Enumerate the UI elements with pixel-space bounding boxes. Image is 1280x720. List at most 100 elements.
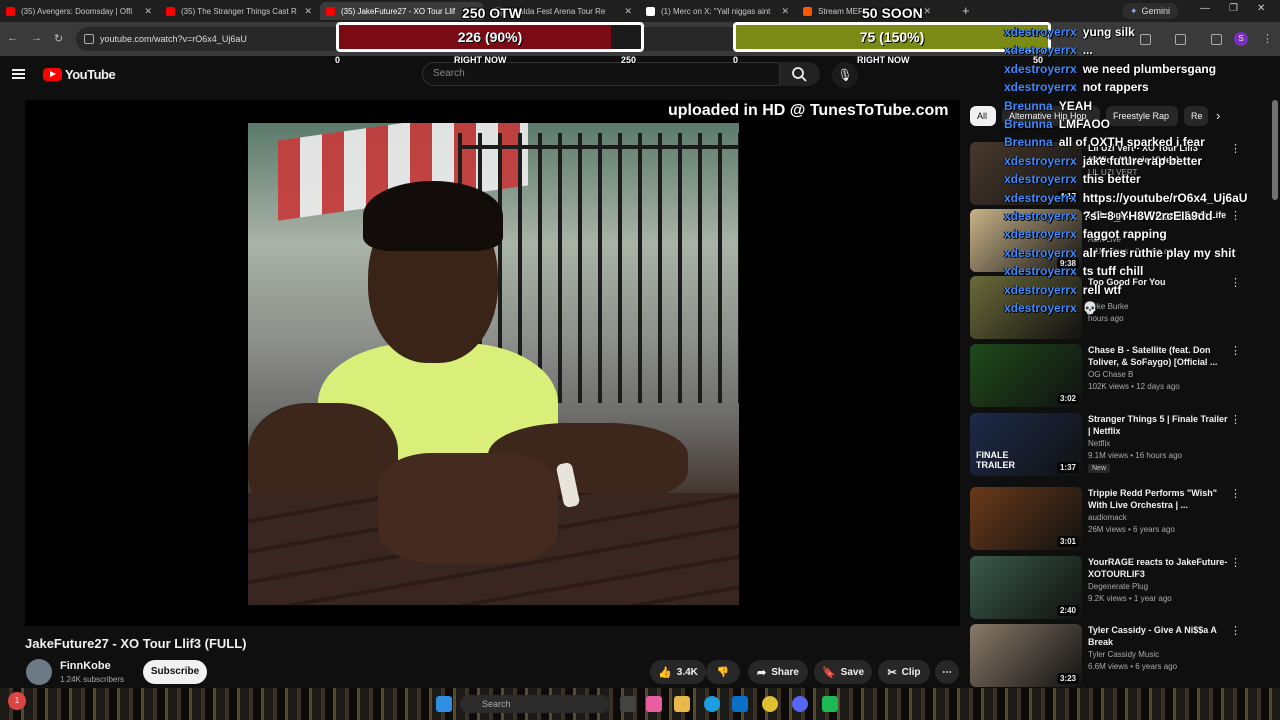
recommendation-thumbnail[interactable]: 2:40	[970, 556, 1082, 619]
downloads-icon[interactable]	[1211, 34, 1222, 45]
duration-badge: 1:37	[1056, 462, 1079, 473]
more-options-icon[interactable]: ⋮	[1230, 142, 1241, 155]
video-title: JakeFuture27 - XO Tour Llif3 (FULL)	[25, 636, 247, 651]
video-frame[interactable]	[248, 123, 739, 605]
recommendation-thumbnail[interactable]: 3:01	[970, 487, 1082, 550]
chat-message: xdestroyerrx this better	[1004, 172, 1141, 186]
recommendation-thumbnail[interactable]: 3:02	[970, 344, 1082, 407]
chevron-right-icon[interactable]: ›	[1216, 108, 1220, 123]
maximize-icon[interactable]: ❐	[1229, 3, 1238, 14]
new-tab-button[interactable]: +	[962, 3, 970, 18]
chat-username: xdestroyerrx	[1004, 227, 1077, 242]
chip-freestyle-rap[interactable]: Freestyle Rap	[1106, 106, 1178, 126]
recommendation-item[interactable]: 3:02 Chase B - Satellite (feat. Don Toliv…	[970, 344, 1270, 408]
more-options-icon[interactable]: ⋮	[1230, 624, 1241, 637]
more-options-icon[interactable]: ⋮	[1230, 413, 1241, 426]
browser-tab[interactable]: (35) JakeFuture27 - XO Tour Llif ✕	[320, 2, 484, 20]
discord-icon[interactable]	[792, 696, 808, 712]
chrome-icon[interactable]	[762, 696, 778, 712]
more-options-icon[interactable]: ⋮	[1230, 487, 1241, 500]
recommendation-title[interactable]: Trippie Redd Performs "Wish" With Live O…	[1088, 487, 1228, 511]
hamburger-menu-icon[interactable]	[12, 69, 25, 79]
chat-username: xdestroyerrx	[1004, 190, 1077, 205]
browser-tab[interactable]: (35) The Stranger Things Cast R ✕	[160, 2, 318, 20]
chat-message: xdestroyerrx yung silk	[1004, 25, 1135, 39]
start-icon[interactable]	[436, 696, 452, 712]
gemini-icon: ✦	[1130, 5, 1138, 16]
browser-tab[interactable]: (35) Avengers: Doomsday | Offi ✕	[0, 2, 158, 20]
channel-name[interactable]: FinnKobe	[60, 660, 111, 672]
recommendation-title[interactable]: Stranger Things 5 | Finale Trailer | Net…	[1088, 413, 1228, 437]
close-tab-icon[interactable]: ✕	[144, 6, 152, 17]
dislike-button[interactable]: 👎	[706, 660, 740, 684]
recommendation-thumbnail[interactable]: FINALE TRAILER 1:37	[970, 413, 1082, 476]
task-view-icon[interactable]	[620, 696, 636, 712]
gemini-button[interactable]: ✦ Gemini	[1122, 3, 1179, 19]
file-explorer-icon[interactable]	[674, 696, 690, 712]
close-tab-icon[interactable]: ✕	[781, 6, 789, 17]
extension-icon[interactable]	[1140, 34, 1151, 45]
menu-dots-icon[interactable]: ⋮	[1262, 32, 1273, 45]
forward-icon[interactable]: →	[31, 32, 42, 44]
chat-text: not rappers	[1082, 80, 1149, 95]
minimize-icon[interactable]: —	[1200, 3, 1210, 14]
recommendation-item[interactable]: 2:40 YourRAGE reacts to JakeFuture-XOTOUR…	[970, 556, 1270, 620]
chat-username: xdestroyerrx	[1004, 61, 1077, 76]
save-button[interactable]: 🔖 Save	[814, 660, 872, 684]
chip-all[interactable]: All	[970, 106, 996, 126]
voice-search-icon[interactable]: 🎙	[832, 62, 858, 88]
recommendation-item[interactable]: 3:01 Trippie Redd Performs "Wish" With Li…	[970, 487, 1270, 551]
scrollbar-thumb[interactable]	[1272, 100, 1278, 200]
notification-badge[interactable]: 1	[8, 692, 26, 710]
sidebar-icon[interactable]	[1175, 34, 1186, 45]
edge-icon[interactable]	[704, 696, 720, 712]
reload-icon[interactable]: ↻	[54, 32, 63, 45]
chat-message: xdestroyerrx ?si=8_YH8W2rcEIa9dd	[1004, 209, 1212, 223]
mail-icon[interactable]	[732, 696, 748, 712]
recommendation-item[interactable]: FINALE TRAILER 1:37 Stranger Things 5 | Fi…	[970, 413, 1270, 477]
recommendation-thumbnail[interactable]: 3:23	[970, 624, 1082, 687]
close-tab-icon[interactable]: ✕	[624, 6, 632, 17]
more-options-icon[interactable]: ⋮	[1230, 276, 1241, 289]
youtube-logo[interactable]: YouTube	[43, 67, 116, 82]
share-button[interactable]: ➦ Share	[748, 660, 808, 684]
more-options-icon[interactable]: ⋮	[1230, 556, 1241, 569]
recommendation-channel[interactable]: Netflix	[1088, 439, 1110, 448]
recommendation-channel[interactable]: Degenerate Plug	[1088, 582, 1148, 591]
tab-favicon-icon	[803, 6, 812, 16]
close-tab-icon[interactable]: ✕	[923, 6, 931, 17]
save-label: Save	[840, 666, 865, 678]
recommendation-channel[interactable]: OG Chase B	[1088, 370, 1133, 379]
recommendation-item[interactable]: 3:23 Tyler Cassidy - Give A Ni$$a A Break…	[970, 624, 1270, 688]
taskbar-search-input[interactable]: Search	[460, 695, 610, 713]
sidebar-scrollbar[interactable]	[1272, 96, 1278, 686]
recommendation-channel[interactable]: Tyler Cassidy Music	[1088, 650, 1159, 659]
chip-more[interactable]: Re	[1184, 106, 1208, 126]
profile-avatar[interactable]: S	[1234, 32, 1248, 46]
site-info-icon[interactable]	[84, 34, 94, 44]
bookmark-icon: 🔖	[821, 666, 836, 679]
recommendation-title[interactable]: Chase B - Satellite (feat. Don Toliver, …	[1088, 344, 1228, 368]
recommendation-title[interactable]: Tyler Cassidy - Give A Ni$$a A Break	[1088, 624, 1228, 648]
browser-tab[interactable]: (1) Merc on X: "Yall niggas aint ✕	[640, 2, 795, 20]
search-input[interactable]: Search	[422, 62, 780, 86]
more-options-icon[interactable]: ⋮	[1230, 209, 1241, 222]
search-button[interactable]	[780, 62, 820, 86]
recommendation-title[interactable]: YourRAGE reacts to JakeFuture-XOTOURLIF3	[1088, 556, 1228, 580]
close-window-icon[interactable]: ✕	[1257, 3, 1265, 14]
chat-message: xdestroyerrx jake future rap better	[1004, 154, 1202, 168]
recommendation-channel[interactable]: audiomack	[1088, 513, 1127, 522]
channel-avatar[interactable]	[26, 659, 52, 685]
clip-button[interactable]: ✂ Clip	[878, 660, 930, 684]
copilot-icon[interactable]	[646, 696, 662, 712]
chat-text: jake future rap better	[1082, 153, 1203, 168]
like-button[interactable]: 👍 3.4K	[650, 660, 706, 684]
more-options-icon[interactable]: ⋮	[1230, 344, 1241, 357]
close-tab-icon[interactable]: ✕	[304, 6, 312, 17]
subscribe-button[interactable]: Subscribe	[143, 660, 207, 684]
more-actions-button[interactable]: ⋯	[935, 660, 959, 684]
app-icon[interactable]	[822, 696, 838, 712]
recommendation-meta: 9.1M views • 16 hours ago	[1088, 451, 1182, 460]
back-icon[interactable]: ←	[7, 32, 18, 44]
goal-caption: RIGHT NOW	[454, 55, 507, 65]
